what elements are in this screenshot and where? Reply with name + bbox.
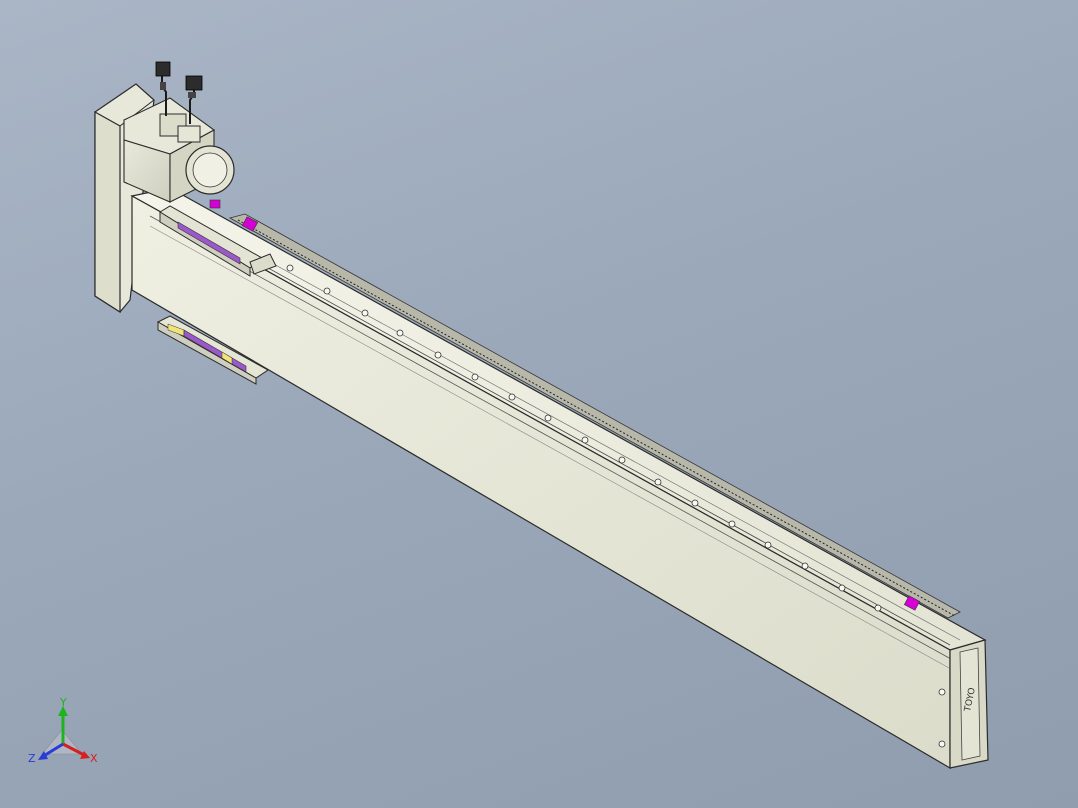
axis-triad[interactable]: Y X Z — [28, 696, 98, 765]
x-axis-label: X — [90, 752, 98, 765]
actuator-body[interactable] — [130, 187, 989, 770]
cad-viewport[interactable]: TOYO Y X Z — [0, 0, 1078, 808]
z-axis-label: Z — [28, 752, 36, 765]
connector-1-icon — [155, 61, 171, 77]
sensor-marker-motor — [209, 199, 221, 209]
connector-2-icon — [185, 75, 203, 91]
model-canvas[interactable]: TOYO Y X Z — [0, 0, 1078, 808]
servo-motor[interactable] — [123, 97, 235, 203]
y-axis-label: Y — [59, 696, 67, 709]
